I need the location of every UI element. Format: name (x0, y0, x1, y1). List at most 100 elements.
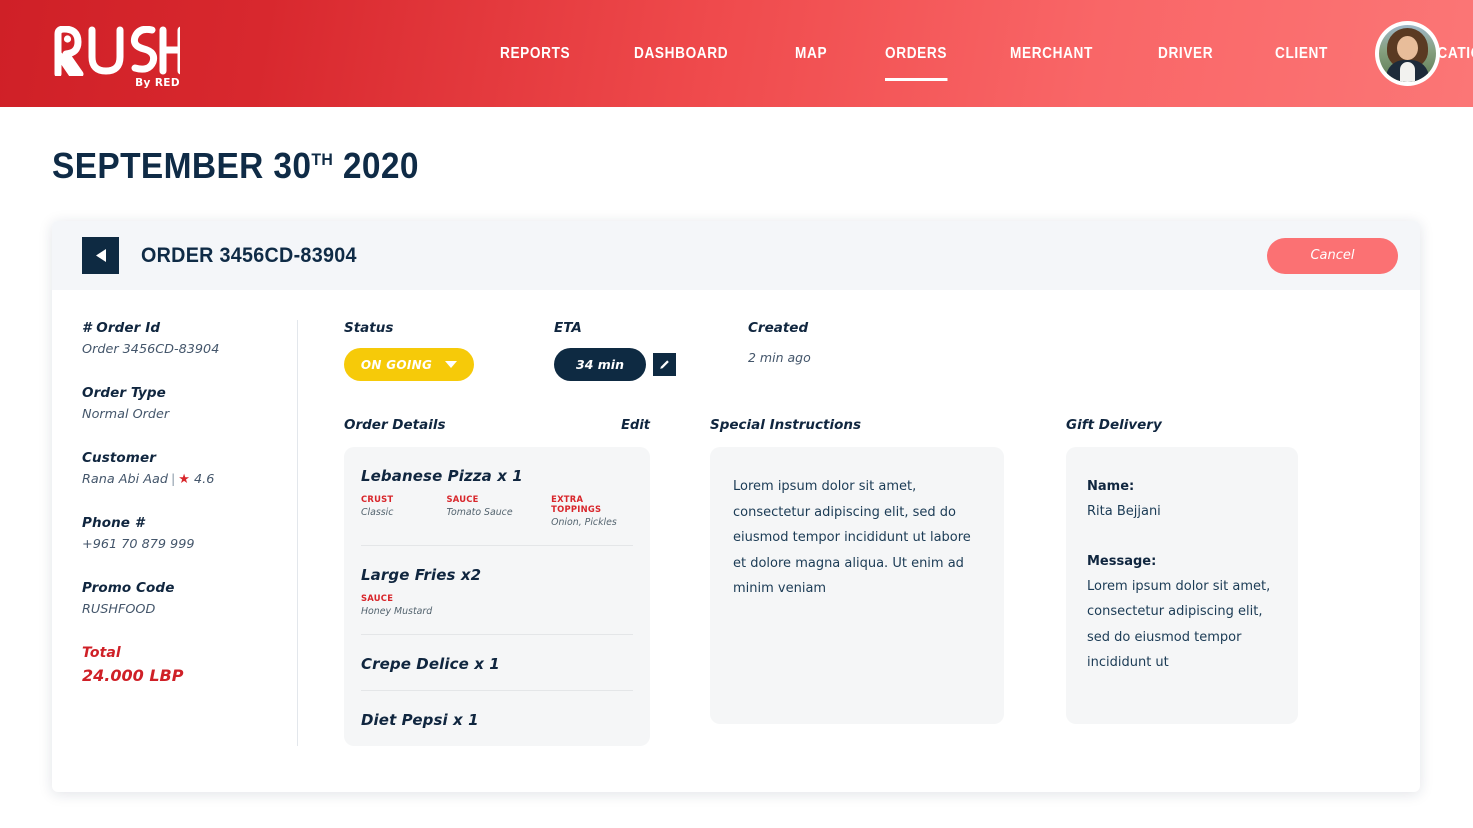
option-label: SAUCE (446, 494, 479, 504)
avatar-shirt (1400, 62, 1415, 82)
back-button[interactable] (82, 237, 119, 274)
main-navigation: REPORTS DASHBOARD MAP ORDERS MERCHANT DR… (500, 0, 1473, 107)
info-value: RUSHFOOD (82, 602, 156, 617)
status-dropdown[interactable]: ON GOING (344, 348, 474, 381)
status-row: Status ON GOING ETA 34 min Created 2 min… (344, 320, 1390, 381)
gift-name-value: Rita Bejjani (1087, 504, 1161, 519)
info-label: Customer (82, 450, 156, 466)
brand-logo-subtitle: By RED (135, 77, 180, 89)
order-details-title: Order Details (344, 417, 446, 433)
order-item-option: EXTRA TOPPINGS Onion, Pickles (551, 494, 633, 528)
gift-message-label: Message: (1087, 553, 1157, 569)
page-title-year: 2020 (342, 145, 419, 186)
status-group: Status ON GOING (344, 320, 554, 381)
main-content: SEPTEMBER 30TH 2020 ORDER 3456CD-83904 C… (0, 145, 1473, 792)
order-details-section: Order Details Edit Lebanese Pizza x 1 CR… (344, 417, 650, 746)
info-value: Order 3456CD-83904 (82, 342, 220, 357)
special-instructions-card: Lorem ipsum dolor sit amet, consectetur … (710, 447, 1004, 724)
info-value: Normal Order (82, 407, 170, 422)
option-value: Tomato Sauce (446, 507, 513, 518)
gift-spacer (1087, 525, 1277, 549)
order-item: Diet Pepsi x 1 (361, 691, 633, 746)
order-details-edit-link[interactable]: Edit (621, 418, 650, 433)
order-item-options: SAUCE Honey Mustard (361, 593, 633, 617)
order-item-options: CRUST Classic SAUCE Tomato Sauce EXTRA T… (361, 494, 633, 528)
created-group: Created 2 min ago (748, 320, 811, 365)
order-item: Lebanese Pizza x 1 CRUST Classic SAUCE T… (361, 447, 633, 546)
nav-item-driver[interactable]: DRIVER (1158, 39, 1213, 69)
gift-delivery-title: Gift Delivery (1066, 417, 1162, 433)
nav-item-map[interactable]: MAP (795, 39, 827, 69)
star-icon: ★ (178, 472, 190, 487)
option-label: EXTRA TOPPINGS (551, 494, 602, 514)
gift-name-label: Name: (1087, 479, 1135, 494)
info-label: Total (82, 645, 121, 661)
order-item-name: Large Fries x2 (361, 566, 482, 584)
order-details-card: Lebanese Pizza x 1 CRUST Classic SAUCE T… (344, 447, 650, 746)
gift-delivery-card: Name: Rita Bejjani Message: Lorem ipsum … (1066, 447, 1298, 724)
order-item-name: Crepe Delice x 1 (361, 655, 500, 673)
special-instructions-title: Special Instructions (710, 417, 862, 433)
eta-edit-button[interactable] (653, 353, 676, 376)
option-value: Onion, Pickles (551, 517, 617, 528)
info-promo-code: Promo Code RUSHFOOD (82, 580, 283, 617)
order-item-name: Lebanese Pizza x 1 (361, 467, 523, 485)
option-value: Honey Mustard (361, 606, 433, 617)
customer-separator: | (170, 472, 176, 487)
pencil-icon (660, 360, 669, 369)
order-item-option: SAUCE Honey Mustard (361, 593, 432, 617)
avatar[interactable] (1375, 21, 1440, 86)
eta-label: ETA (554, 320, 582, 336)
gift-delivery-section: Gift Delivery Name: Rita Bejjani Message… (1066, 417, 1298, 746)
chevron-down-icon (445, 361, 458, 368)
special-instructions-section: Special Instructions Lorem ipsum dolor s… (710, 417, 1004, 746)
order-info-column: # Order Id Order 3456CD-83904 Order Type… (52, 320, 298, 746)
info-label: Phone # (82, 515, 145, 531)
order-panel: ORDER 3456CD-83904 Cancel # Order Id Ord… (52, 221, 1420, 792)
eta-row: 34 min (554, 348, 748, 381)
cancel-button[interactable]: Cancel (1267, 237, 1398, 274)
info-value: Rana Abi Aad | ★ 4.6 (82, 472, 283, 487)
order-details-header: Order Details Edit (344, 417, 650, 433)
customer-name: Rana Abi Aad (82, 472, 168, 487)
order-content-column: Status ON GOING ETA 34 min Created 2 min… (298, 320, 1420, 746)
nav-item-reports[interactable]: REPORTS (500, 39, 570, 69)
info-value: +961 70 879 999 (82, 537, 195, 552)
created-value: 2 min ago (748, 350, 811, 365)
eta-value[interactable]: 34 min (554, 348, 646, 381)
brand-logo[interactable]: By RED (50, 26, 180, 89)
cards-row: Order Details Edit Lebanese Pizza x 1 CR… (344, 417, 1390, 746)
nav-item-client[interactable]: CLIENT (1275, 39, 1328, 69)
status-value: ON GOING (360, 357, 433, 372)
customer-rating: 4.6 (194, 472, 215, 487)
order-panel-body: # Order Id Order 3456CD-83904 Order Type… (52, 290, 1420, 792)
order-item-option: CRUST Classic (361, 494, 420, 528)
avatar-image (1379, 25, 1436, 82)
top-header: By RED REPORTS DASHBOARD MAP ORDERS MERC… (0, 0, 1473, 107)
nav-item-merchant[interactable]: MERCHANT (1010, 39, 1093, 69)
page-title-ordinal: TH (311, 150, 334, 169)
info-label: Promo Code (82, 580, 175, 596)
info-order-type: Order Type Normal Order (82, 385, 283, 422)
info-customer: Customer Rana Abi Aad | ★ 4.6 (82, 450, 283, 487)
created-label: Created (748, 320, 809, 336)
order-item-name: Diet Pepsi x 1 (361, 711, 479, 729)
option-value: Classic (361, 507, 394, 518)
info-order-id: # Order Id Order 3456CD-83904 (82, 320, 283, 357)
avatar-face (1397, 36, 1418, 60)
info-phone: Phone # +961 70 879 999 (82, 515, 283, 552)
eta-group: ETA 34 min (554, 320, 748, 381)
gift-message-value: Lorem ipsum dolor sit amet, consectetur … (1087, 578, 1271, 671)
info-value: 24.000 LBP (82, 666, 184, 685)
status-label: Status (344, 320, 394, 336)
order-item-option: SAUCE Tomato Sauce (446, 494, 525, 528)
special-instructions-text: Lorem ipsum dolor sit amet, consectetur … (733, 479, 971, 596)
info-label: # Order Id (82, 320, 161, 336)
gift-delivery-header: Gift Delivery (1066, 417, 1298, 433)
nav-item-orders[interactable]: ORDERS (885, 39, 948, 81)
page-title: SEPTEMBER 30TH 2020 (52, 145, 1325, 187)
order-title: ORDER 3456CD-83904 (141, 243, 357, 267)
order-item: Large Fries x2 SAUCE Honey Mustard (361, 546, 633, 635)
info-label: Order Type (82, 385, 166, 401)
nav-item-dashboard[interactable]: DASHBOARD (634, 39, 728, 69)
